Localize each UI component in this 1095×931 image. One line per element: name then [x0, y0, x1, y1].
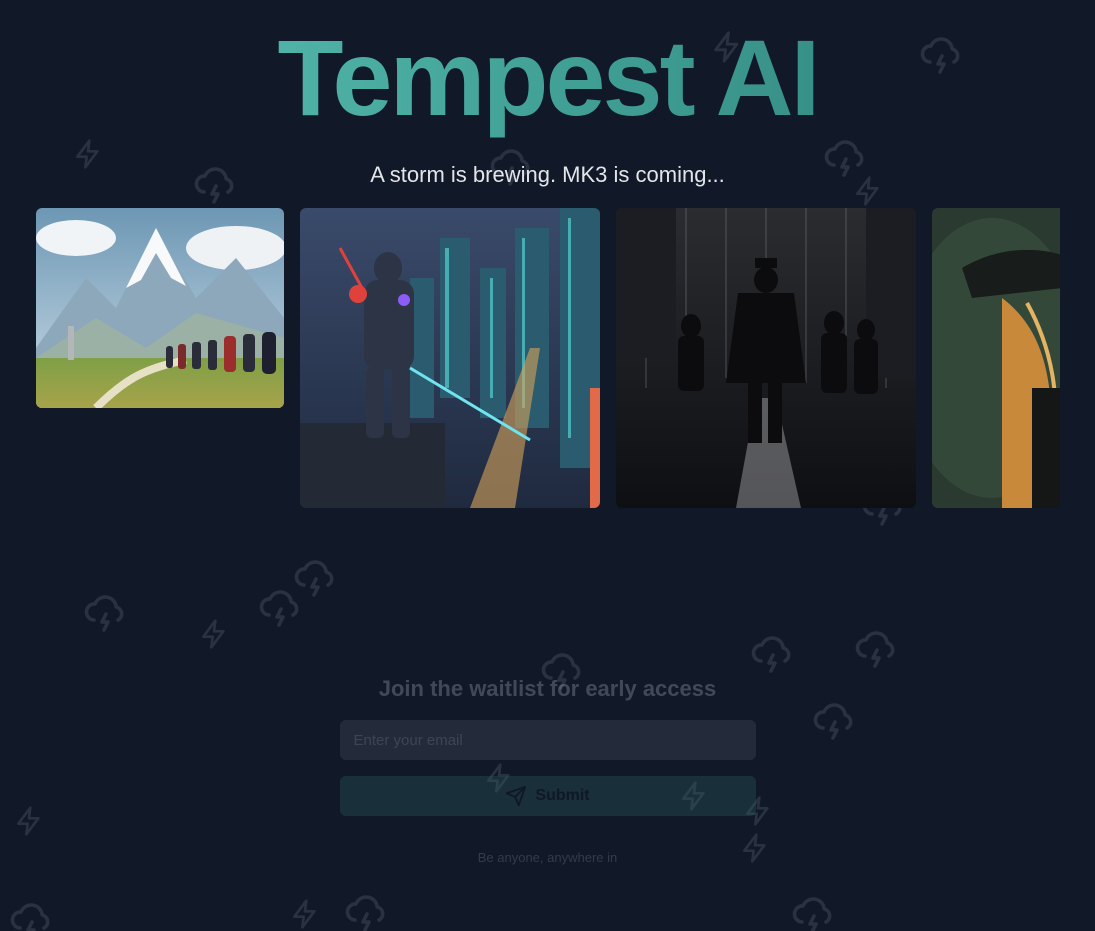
lightning-icon [202, 619, 225, 649]
waitlist-heading: Join the waitlist for early access [378, 676, 717, 701]
storm-cloud-icon [84, 595, 124, 632]
waitlist-section: Join the waitlist for early access Submi… [0, 672, 1095, 865]
noir-rain-image[interactable] [616, 208, 916, 508]
cyber-samurai-image[interactable] [300, 208, 600, 508]
lightning-icon [293, 899, 316, 929]
storm-cloud-icon [294, 560, 334, 597]
storm-cloud-icon [345, 895, 385, 931]
storm-cloud-icon [10, 903, 50, 931]
storm-cloud-icon [751, 636, 791, 673]
witch-portrait-image[interactable] [932, 208, 1060, 508]
landing-page: Tempest AI A storm is brewing. MK3 is co… [0, 0, 1095, 931]
storm-cloud-icon [855, 631, 895, 668]
storm-cloud-icon [792, 897, 832, 931]
storm-cloud-icon [259, 590, 299, 627]
email-field[interactable] [339, 720, 756, 760]
image-gallery[interactable] [36, 208, 1060, 508]
send-icon [506, 785, 527, 807]
submit-button[interactable]: Submit [339, 776, 756, 816]
submit-label: Submit [535, 787, 590, 804]
page-subtitle: A storm is brewing. MK3 is coming... [370, 162, 725, 187]
mountain-procession-image[interactable] [36, 208, 284, 408]
waitlist-footnote: Be anyone, anywhere in [477, 850, 618, 865]
page-title: Tempest AI [0, 18, 1095, 138]
